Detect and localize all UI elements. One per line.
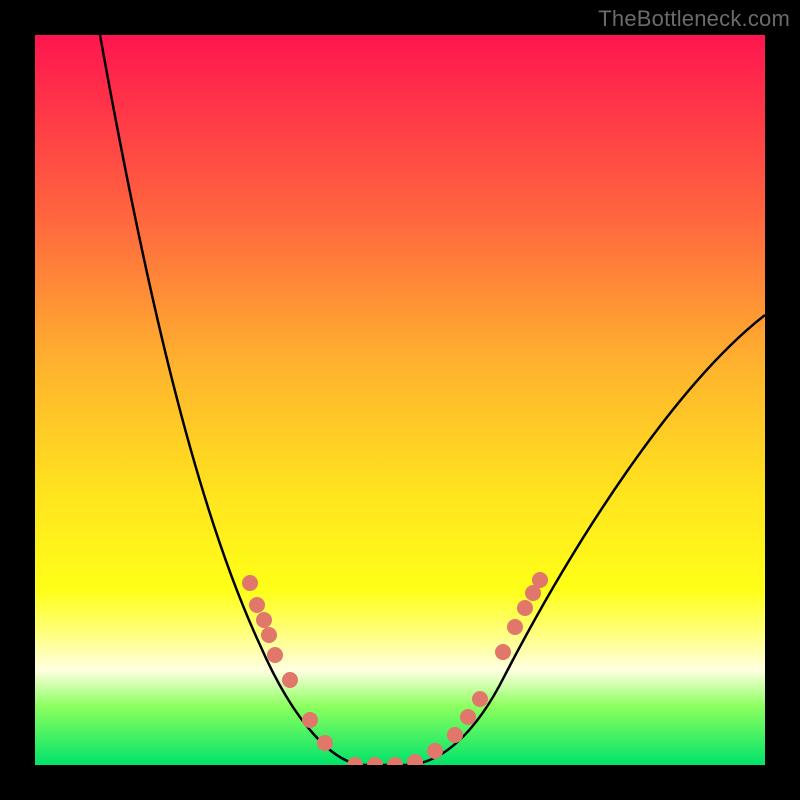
data-point — [256, 612, 272, 628]
data-point — [427, 743, 443, 759]
data-point — [460, 709, 476, 725]
watermark-text: TheBottleneck.com — [598, 6, 790, 32]
data-point — [447, 727, 463, 743]
data-point — [495, 644, 511, 660]
bottleneck-curve — [100, 35, 765, 765]
data-point — [302, 712, 318, 728]
data-point — [282, 672, 298, 688]
data-point — [472, 691, 488, 707]
marker-group — [242, 572, 548, 765]
data-point — [387, 757, 403, 765]
data-point — [347, 757, 363, 765]
data-point — [367, 757, 383, 765]
chart-frame: TheBottleneck.com — [0, 0, 800, 800]
data-point — [407, 754, 423, 765]
data-point — [317, 735, 333, 751]
data-point — [261, 627, 277, 643]
data-point — [507, 619, 523, 635]
data-point — [242, 575, 258, 591]
data-point — [532, 572, 548, 588]
data-point — [517, 600, 533, 616]
data-point — [249, 597, 265, 613]
data-point — [267, 647, 283, 663]
chart-svg — [35, 35, 765, 765]
plot-area — [35, 35, 765, 765]
